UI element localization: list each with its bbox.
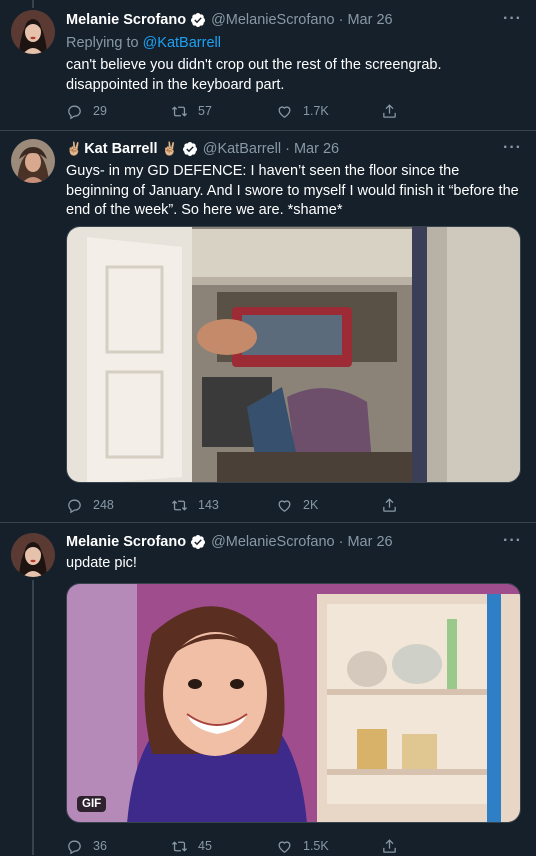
retweet-button[interactable]: 57	[171, 101, 276, 121]
verified-badge-icon	[182, 141, 198, 157]
handle[interactable]: @MelanieScrofano	[211, 12, 335, 28]
reply-icon	[68, 105, 81, 119]
more-icon[interactable]: ···	[503, 10, 522, 28]
display-name[interactable]: Kat Barrell	[84, 141, 157, 157]
reply-count: 36	[93, 839, 107, 853]
gif-image	[67, 584, 520, 822]
like-button[interactable]: 1.7K	[276, 101, 381, 121]
reply-button[interactable]: 248	[66, 495, 171, 515]
tweet-header: ✌🏼 Kat Barrell ✌🏼 @KatBarrell · Mar 26 ·…	[66, 139, 522, 159]
tweet-3[interactable]: Melanie Scrofano @MelanieScrofano · Mar …	[0, 523, 536, 855]
reply-icon	[68, 840, 81, 854]
share-icon	[383, 103, 396, 118]
verified-badge-icon	[190, 12, 206, 28]
retweet-button[interactable]: 45	[171, 836, 276, 856]
tweet-actions: 36 45 1.5K	[66, 836, 486, 856]
retweet-button[interactable]: 143	[171, 495, 276, 515]
name-prefix-emoji: ✌🏼	[66, 141, 83, 156]
like-count: 1.7K	[303, 104, 329, 118]
retweet-count: 45	[198, 839, 212, 853]
name-suffix-emoji: ✌🏼	[161, 141, 178, 156]
like-count: 2K	[303, 498, 319, 512]
tweet-header: Melanie Scrofano @MelanieScrofano · Mar …	[66, 10, 522, 30]
gif-badge: GIF	[77, 796, 107, 812]
retweet-icon	[171, 105, 188, 117]
tweet-header: Melanie Scrofano @MelanieScrofano · Mar …	[66, 532, 522, 552]
retweet-icon	[171, 499, 188, 511]
reply-count: 248	[93, 498, 114, 512]
like-icon	[278, 840, 291, 853]
avatar-melanie[interactable]	[11, 533, 55, 577]
replying-to-mention[interactable]: @KatBarrell	[143, 35, 221, 51]
timestamp[interactable]: · Mar 26	[339, 12, 393, 28]
closet-photo	[67, 227, 520, 482]
reply-button[interactable]: 29	[66, 101, 171, 121]
reply-button[interactable]: 36	[66, 836, 171, 856]
tweet-text: can't believe you didn't crop out the re…	[66, 57, 442, 93]
more-icon[interactable]: ···	[503, 532, 522, 550]
share-button[interactable]	[381, 495, 486, 515]
handle[interactable]: @KatBarrell	[203, 141, 281, 157]
replying-to-label: Replying to	[66, 35, 139, 51]
tweet-1[interactable]: Melanie Scrofano @MelanieScrofano · Mar …	[0, 0, 536, 130]
tweet-actions: 29 57 1.7K	[66, 101, 486, 121]
avatar-kat[interactable]	[11, 139, 55, 183]
tweet-gif[interactable]: GIF	[66, 583, 521, 823]
handle[interactable]: @MelanieScrofano	[211, 534, 335, 550]
reply-count: 29	[93, 104, 107, 118]
retweet-count: 57	[198, 104, 212, 118]
retweet-icon	[171, 840, 188, 852]
tweet-2[interactable]: ✌🏼 Kat Barrell ✌🏼 @KatBarrell · Mar 26 ·…	[0, 131, 536, 521]
tweet-actions: 248 143 2K	[66, 495, 486, 515]
like-icon	[278, 499, 291, 512]
display-name[interactable]: Melanie Scrofano	[66, 12, 186, 28]
verified-badge-icon	[190, 534, 206, 550]
tweet-text: update pic!	[66, 555, 137, 571]
display-name[interactable]: Melanie Scrofano	[66, 534, 186, 550]
timestamp[interactable]: · Mar 26	[339, 534, 393, 550]
like-icon	[278, 105, 291, 118]
timestamp[interactable]: · Mar 26	[285, 141, 339, 157]
share-button[interactable]	[381, 101, 486, 121]
retweet-count: 143	[198, 498, 219, 512]
tweet-text: Guys- in my GD DEFENCE: I haven’t seen t…	[66, 163, 519, 218]
tweet-photo[interactable]	[66, 226, 521, 483]
share-icon	[383, 497, 396, 512]
like-count: 1.5K	[303, 839, 329, 853]
reply-icon	[68, 499, 81, 513]
replying-to: Replying to @KatBarrell	[66, 35, 221, 51]
share-icon	[383, 838, 396, 853]
more-icon[interactable]: ···	[503, 139, 522, 157]
avatar-melanie[interactable]	[11, 10, 55, 54]
like-button[interactable]: 1.5K	[276, 836, 381, 856]
share-button[interactable]	[381, 836, 486, 856]
like-button[interactable]: 2K	[276, 495, 381, 515]
